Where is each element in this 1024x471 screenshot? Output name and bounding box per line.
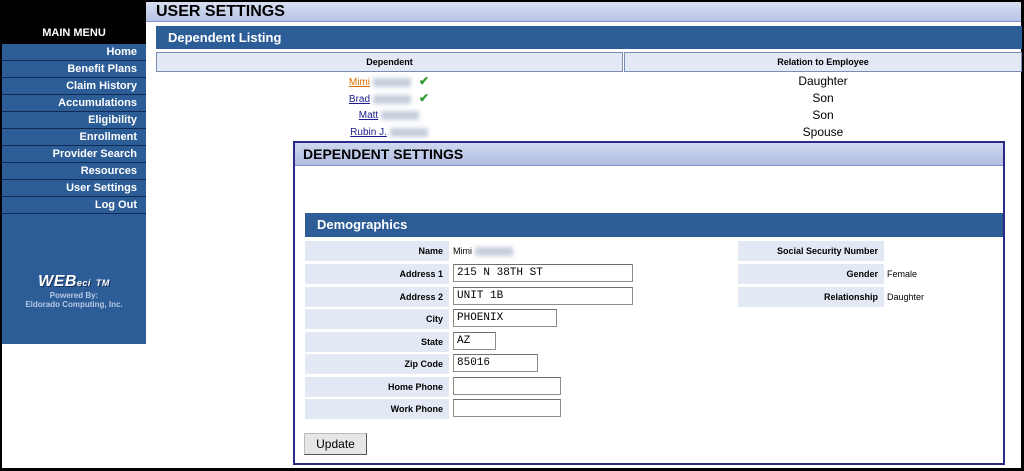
redacted-surname [381, 110, 420, 120]
sidebar-item-log-out[interactable]: Log Out [2, 197, 146, 214]
city-label: City [305, 309, 449, 329]
dependent-cell: Matt [156, 107, 622, 124]
relation-cell: Spouse [802, 125, 844, 139]
table-row: Rubin J. Spouse [156, 124, 1022, 141]
check-icon: ✔ [419, 74, 430, 88]
gender-value: Female [887, 269, 918, 279]
dependent-name: Rubin J. [350, 127, 387, 138]
sidebar-item-user-settings[interactable]: User Settings [2, 180, 146, 197]
dependent-name: Brad [348, 94, 371, 105]
ssn-label: Social Security Number [738, 241, 884, 261]
column-header-dependent: Dependent [156, 52, 623, 72]
home-phone-label: Home Phone [305, 377, 449, 397]
relation-cell: Son [812, 91, 834, 105]
dependent-cell: Brad ✔ [156, 90, 622, 108]
home-phone-input[interactable] [453, 377, 561, 395]
relation-cell: Son [812, 108, 834, 122]
logo-text: WEB [38, 273, 77, 290]
dependent-link[interactable]: Matt [358, 110, 420, 121]
check-icon: ✔ [419, 91, 430, 105]
gender-label: Gender [738, 264, 884, 284]
redacted-surname [389, 127, 428, 137]
work-phone-label: Work Phone [305, 399, 449, 419]
demographics-header: Demographics [305, 213, 1003, 237]
sidebar-item-enrollment[interactable]: Enrollment [2, 129, 146, 146]
update-button[interactable]: Update [304, 433, 367, 455]
address2-input[interactable] [453, 287, 633, 305]
state-input[interactable] [453, 332, 496, 350]
top-bar-corner [2, 2, 146, 22]
dependent-link[interactable]: Rubin J. [350, 127, 428, 138]
sidebar-item-accumulations[interactable]: Accumulations [2, 95, 146, 112]
sidebar: MAIN MENU Home Benefit Plans Claim Histo… [2, 22, 146, 344]
address1-label: Address 1 [305, 264, 449, 284]
sidebar-item-eligibility[interactable]: Eligibility [2, 112, 146, 129]
dependent-cell: Mimi ✔ [156, 73, 622, 91]
dependent-settings-header: DEPENDENT SETTINGS [295, 143, 1003, 166]
relationship-value: Daughter [887, 292, 925, 302]
address1-input[interactable] [453, 264, 633, 282]
sidebar-item-home[interactable]: Home [2, 44, 146, 61]
dependent-name: Matt [358, 110, 379, 121]
dependent-link[interactable]: Mimi [348, 77, 412, 88]
dependent-name: Mimi [348, 77, 371, 88]
dependent-settings-panel: DEPENDENT SETTINGS Demographics Name Mim… [293, 141, 1005, 465]
name-text: Mimi [453, 246, 472, 256]
sidebar-item-benefit-plans[interactable]: Benefit Plans [2, 61, 146, 78]
logo-tm: TM [95, 278, 110, 288]
table-row: Matt Son [156, 107, 1022, 124]
logo-company: Eldorado Computing, Inc. [25, 300, 123, 309]
relationship-label: Relationship [738, 287, 884, 307]
city-input[interactable] [453, 309, 557, 327]
page-title: USER SETTINGS [146, 2, 1021, 22]
work-phone-input[interactable] [453, 399, 561, 417]
webeci-logo: WEBeci TM Powered By: Eldorado Computing… [2, 273, 146, 309]
dependent-link[interactable]: Brad [348, 94, 412, 105]
main-menu-header: MAIN MENU [2, 22, 146, 44]
logo-mark: WEBeci TM [2, 273, 146, 291]
redacted-surname [475, 247, 513, 257]
zip-code-input[interactable] [453, 354, 538, 372]
dependent-cell: Rubin J. [156, 124, 622, 141]
logo-suffix: eci [76, 278, 91, 288]
name-value: Mimi [453, 241, 513, 261]
redacted-surname [373, 94, 412, 104]
relation-cell: Daughter [798, 74, 848, 88]
table-row: Brad ✔ Son [156, 90, 1022, 107]
table-row: Mimi ✔ Daughter [156, 73, 1022, 90]
logo-powered-by: Powered By: [49, 291, 99, 300]
address2-label: Address 2 [305, 287, 449, 307]
state-label: State [305, 332, 449, 352]
name-label: Name [305, 241, 449, 261]
column-header-relation: Relation to Employee [624, 52, 1022, 72]
top-bar: USER SETTINGS [2, 2, 1021, 22]
sidebar-item-claim-history[interactable]: Claim History [2, 78, 146, 95]
sidebar-item-resources[interactable]: Resources [2, 163, 146, 180]
dependent-listing-header: Dependent Listing [156, 26, 1022, 49]
zip-code-label: Zip Code [305, 354, 449, 374]
sidebar-item-provider-search[interactable]: Provider Search [2, 146, 146, 163]
redacted-surname [373, 77, 412, 87]
